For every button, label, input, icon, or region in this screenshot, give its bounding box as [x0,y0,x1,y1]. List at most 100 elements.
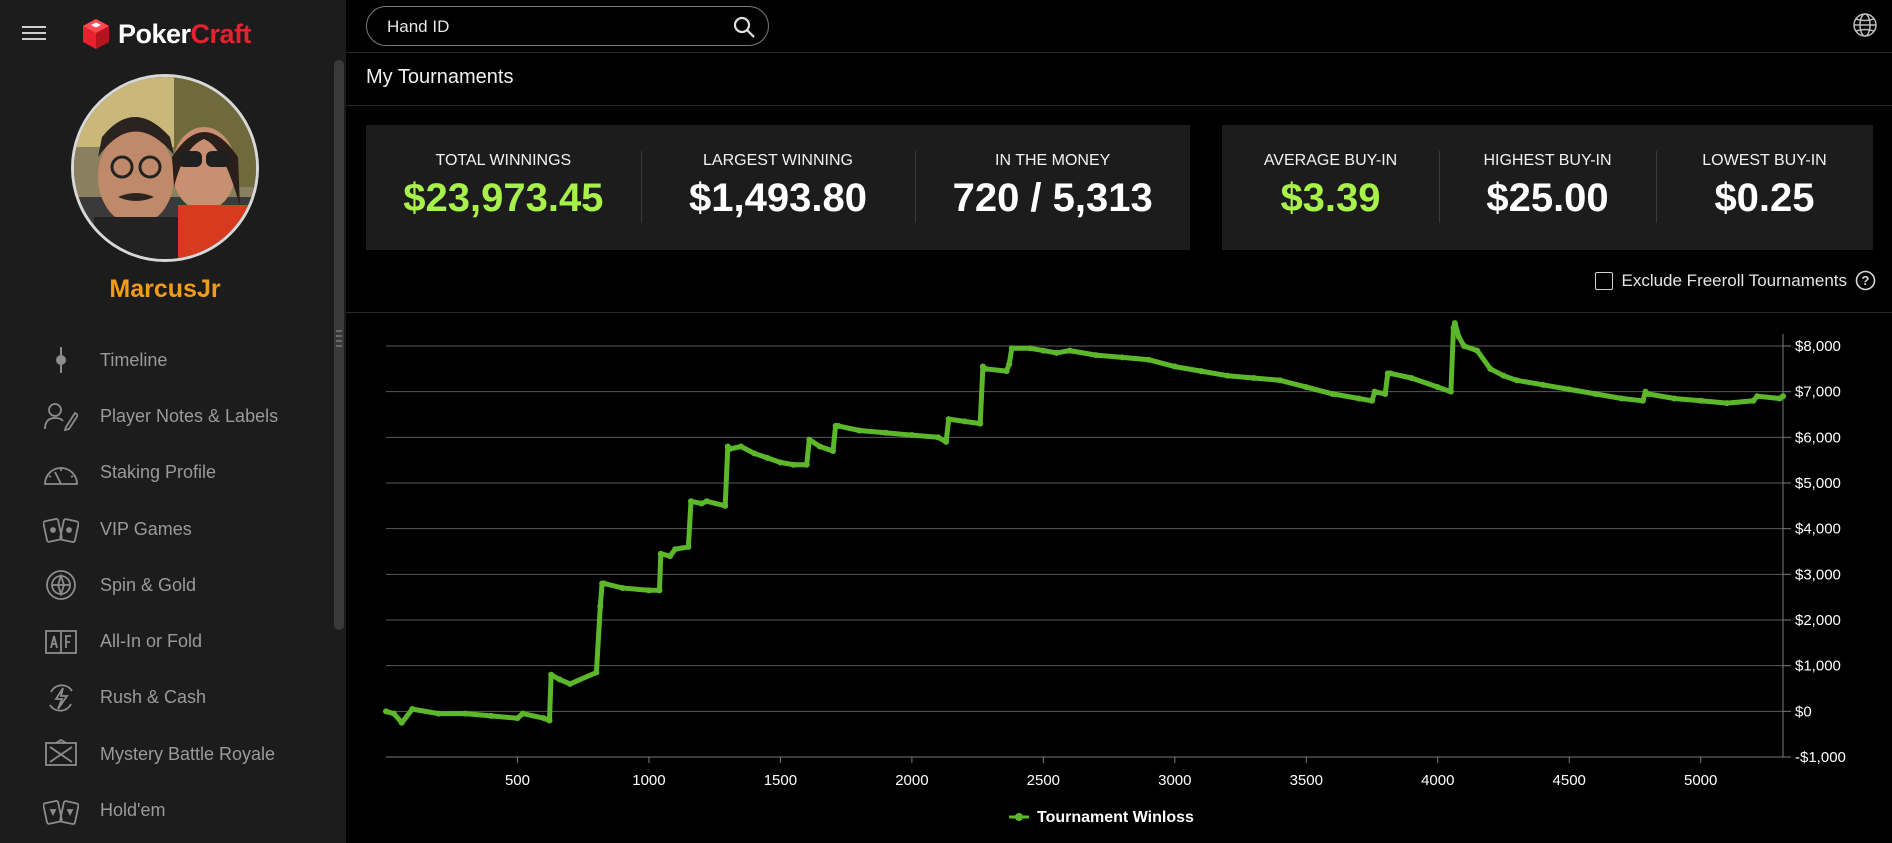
data-point [1382,390,1389,397]
in-the-money-stat: IN THE MONEY 720 / 5,313 [915,125,1190,250]
stat-value: $25.00 [1486,176,1609,220]
allin-icon [42,626,80,658]
stat-label: LARGEST WINNING [703,152,853,169]
data-point [666,553,673,560]
x-tick-label: 1000 [632,772,665,789]
sidebar-item-vip-games[interactable]: VIP Games [0,501,330,557]
username[interactable]: MarcusJr [0,275,330,304]
data-point [645,587,652,594]
data-point [1145,356,1152,363]
sidebar-item-label: Mystery Battle Royale [100,743,276,764]
data-point [656,587,663,594]
data-point [567,680,574,687]
search-box [366,6,769,46]
top-bar [346,0,1892,53]
data-point [1487,365,1494,372]
data-point [1780,393,1786,400]
data-point [546,717,553,724]
sidebar-scrollbar[interactable] [334,60,344,630]
data-point [1198,368,1205,375]
sidebar-item-timeline[interactable]: Timeline [0,332,330,388]
data-point [383,708,389,715]
data-point [619,585,626,592]
sidebar-item-all-in-or-fold[interactable]: All-In or Fold [0,613,330,669]
data-point [556,676,563,683]
data-point [961,418,968,425]
data-point [856,427,863,434]
data-point [1369,397,1376,404]
y-tick-label: $3,000 [1795,566,1841,583]
data-point [1008,345,1015,352]
data-point [1355,395,1362,402]
data-point [982,365,989,372]
hand-id-search-input[interactable] [387,15,717,39]
data-point [1408,374,1415,381]
sidebar-item-label: Spin & Gold [100,574,197,595]
data-point [790,461,797,468]
data-point [601,580,608,587]
x-tick-label: 1500 [764,772,797,789]
y-tick-label: $7,000 [1795,384,1841,401]
sidebar-item-rush-cash[interactable]: Rush & Cash [0,670,330,726]
search-icon[interactable] [732,15,756,39]
sidebar-item-label: Rush & Cash [100,687,207,708]
data-point [1066,347,1073,354]
sidebar-item-player-notes[interactable]: Player Notes & Labels [0,388,330,444]
sidebar-item-holdem[interactable]: Hold'em [0,782,330,838]
exclude-freeroll-filter: Exclude Freeroll Tournaments ? [1595,270,1876,291]
app-root: PokerCraft MarcusJr Timeline Player Note… [0,0,1892,843]
data-point [835,422,842,429]
stat-value: $3.39 [1280,176,1381,220]
stat-label: HIGHEST BUY-IN [1483,152,1612,169]
sidebar-item-staking-profile[interactable]: Staking Profile [0,445,330,501]
data-point [1451,320,1458,327]
data-point [1447,388,1454,395]
x-tick-label: 4500 [1553,772,1586,789]
hamburger-menu-icon[interactable] [22,26,46,46]
sidebar-nav: Timeline Player Notes & Labels Staking P… [0,332,330,839]
stat-value: 720 / 5,313 [952,176,1153,220]
legend-label: Tournament Winloss [1037,809,1194,826]
data-point [1539,381,1546,388]
data-point [764,454,771,461]
series-line [383,320,1786,726]
data-point [1461,343,1468,349]
exclude-freeroll-label[interactable]: Exclude Freeroll Tournaments [1621,271,1847,291]
data-point [1474,347,1481,354]
data-point [597,603,604,610]
stat-label: LOWEST BUY-IN [1702,152,1827,169]
avatar[interactable] [71,74,259,262]
data-point [435,710,442,717]
help-icon[interactable]: ? [1855,270,1876,291]
stat-value: $1,493.80 [689,176,867,220]
x-tick-label: 2000 [895,772,928,789]
sidebar-item-mystery-battle-royale[interactable]: Mystery Battle Royale [0,726,330,782]
sidebar-item-label: Hold'em [100,800,166,821]
pokercraft-logo[interactable]: PokerCraft [82,18,252,50]
sidebar-item-spin-gold[interactable]: Spin & Gold [0,557,330,613]
sidebar-item-label: VIP Games [100,518,192,539]
svg-text:?: ? [1862,273,1870,288]
sidebar-item-label: Staking Profile [100,462,217,483]
data-point [882,429,889,436]
x-tick-label: 3500 [1290,772,1323,789]
x-tick-label: 2500 [1027,772,1060,789]
y-tick-label: $2,000 [1795,612,1841,629]
y-tick-label: $0 [1795,703,1812,720]
stat-label: AVERAGE BUY-IN [1263,152,1398,169]
stat-value: $0.25 [1714,176,1815,220]
data-point [1671,395,1678,402]
globe-icon[interactable] [1852,12,1878,38]
holdem-icon [42,795,80,827]
winnings-stats-panel: TOTAL WINNINGS $23,973.45 LARGEST WINNIN… [366,125,1190,250]
sidebar-item-label: Timeline [100,349,168,370]
data-point [398,719,405,726]
exclude-freeroll-checkbox[interactable] [1595,271,1614,290]
data-point [1455,333,1462,340]
data-point [514,715,521,722]
main-content: My Tournaments TOTAL WINNINGS $23,973.45… [346,0,1892,843]
data-point [1618,395,1625,402]
data-point [519,710,526,717]
logo-text: PokerCraft [118,18,252,49]
data-point [672,546,679,553]
